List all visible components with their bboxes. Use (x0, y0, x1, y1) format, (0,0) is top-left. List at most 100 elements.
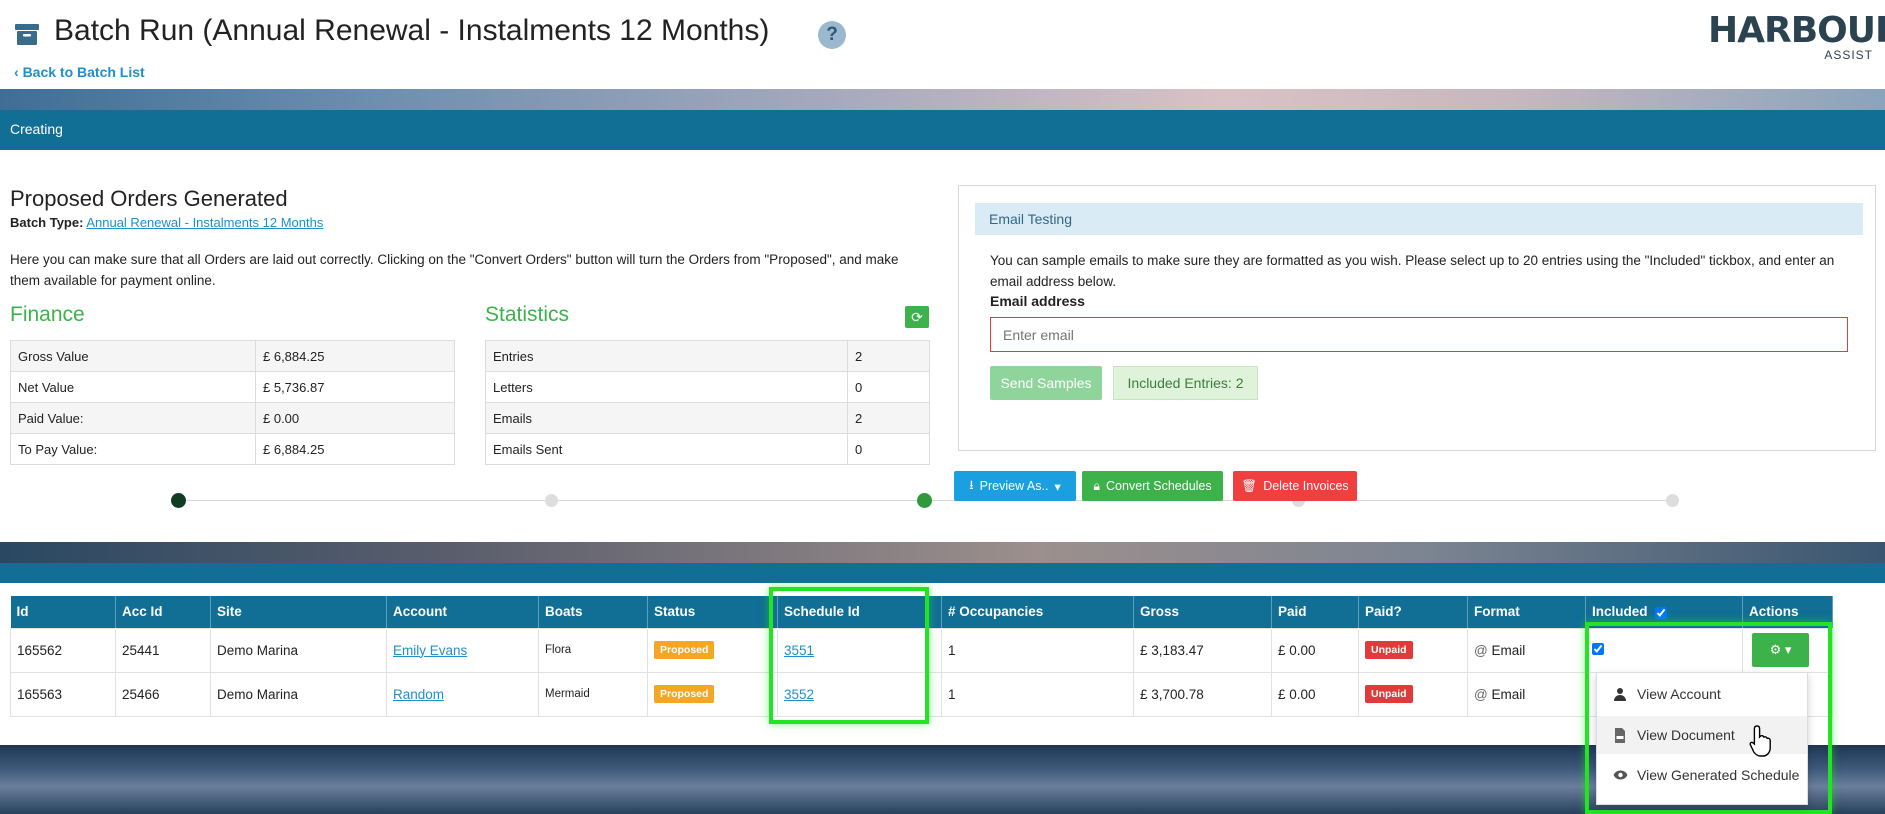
cell-occupancies: 1 (941, 627, 1134, 673)
column-header[interactable]: Id (10, 596, 116, 628)
cell-paid: £ 0.00 (1271, 627, 1359, 673)
finance-label: Net Value (10, 371, 256, 403)
column-header[interactable]: Paid (1271, 596, 1359, 628)
status-badge: Proposed (654, 641, 715, 659)
pdf-file-icon (1612, 716, 1628, 754)
delete-invoices-button[interactable]: 🗑︎ Delete Invoices (1233, 471, 1357, 501)
column-header[interactable]: Site (210, 596, 387, 628)
preview-as-button[interactable]: ⭳ Preview As.. ▾ (954, 471, 1076, 501)
caret-down-icon: ▾ (1054, 479, 1061, 494)
at-icon: @ (1474, 642, 1492, 658)
cell-acc-id: 25441 (115, 627, 211, 673)
cell-format: @ Email (1467, 627, 1586, 673)
chevron-left-icon: ‹ (14, 64, 23, 80)
email-testing-heading: Email Testing (975, 203, 1863, 235)
column-header[interactable]: Format (1467, 596, 1586, 628)
column-header[interactable]: Acc Id (115, 596, 211, 628)
step-dot (1666, 494, 1679, 507)
email-address-label: Email address (990, 293, 1085, 309)
column-header[interactable]: Gross (1133, 596, 1272, 628)
email-testing-text: You can sample emails to make sure they … (990, 253, 1835, 289)
include-all-checkbox[interactable] (1655, 606, 1668, 619)
user-icon (1612, 675, 1628, 713)
at-icon: @ (1474, 686, 1492, 702)
cell-site: Demo Marina (210, 627, 387, 673)
refresh-icon[interactable]: ⟳ (905, 306, 929, 328)
table-row: Net Value £ 5,736.87 (10, 371, 455, 403)
help-icon[interactable]: ? (818, 21, 846, 49)
step-dot-active (171, 493, 186, 508)
finance-heading: Finance (10, 303, 85, 326)
finance-value: £ 6,884.25 (255, 433, 455, 465)
cell-boats: Mermaid (538, 671, 648, 717)
account-link[interactable]: Random (393, 687, 444, 702)
eye-icon (1612, 756, 1628, 794)
stat-label: Emails (485, 402, 848, 434)
table-row: Emails Sent 0 (485, 433, 930, 465)
stat-label: Letters (485, 371, 848, 403)
intro-text: Here you can make sure that all Orders a… (10, 252, 899, 288)
header-background-image (0, 89, 1885, 111)
cell-occupancies: 1 (941, 671, 1134, 717)
cell-id: 165563 (10, 671, 116, 717)
finance-value: £ 5,736.87 (255, 371, 455, 403)
row-actions-button[interactable]: ⚙ ▾ (1752, 633, 1809, 667)
status-badge: Proposed (654, 685, 715, 703)
finance-label: Gross Value (10, 340, 256, 372)
page-title: Batch Run (Annual Renewal - Instalments … (54, 14, 770, 47)
column-header[interactable]: Boats (538, 596, 648, 628)
status-bar: Creating (0, 110, 1885, 150)
table-row: Emails 2 (485, 402, 930, 434)
cell-gross: £ 3,700.78 (1133, 671, 1272, 717)
table-row: Gross Value £ 6,884.25 (10, 340, 455, 372)
send-samples-button[interactable]: Send Samples (990, 366, 1102, 400)
gears-icon: ⚙ (1769, 642, 1782, 657)
menu-item-view-account[interactable]: View Account (1597, 675, 1807, 713)
cell-account: Random (386, 671, 539, 717)
stat-label: Entries (485, 340, 848, 372)
cell-site: Demo Marina (210, 671, 387, 717)
cell-account: Emily Evans (386, 627, 539, 673)
caret-down-icon: ▾ (1784, 642, 1792, 657)
cell-paid: £ 0.00 (1271, 671, 1359, 717)
column-header[interactable]: Paid? (1358, 596, 1468, 628)
batch-type-label: Batch Type: (10, 215, 84, 230)
finance-label: Paid Value: (10, 402, 256, 434)
table-top-bar (0, 563, 1885, 583)
table-row: Paid Value: £ 0.00 (10, 402, 455, 434)
cell-format: @ Email (1467, 671, 1586, 717)
statistics-table: Entries 2 Letters 0 Emails 2 Emails Sent 0 (485, 340, 930, 465)
batch-type: Batch Type: Annual Renewal - Instalments… (10, 215, 323, 230)
column-header[interactable]: Status (647, 596, 778, 628)
column-header[interactable]: Account (386, 596, 539, 628)
harbour-assist-logo: HARBOUR ASSIST (1708, 10, 1885, 62)
stat-value: 0 (847, 371, 930, 403)
finance-label: To Pay Value: (10, 433, 256, 465)
cell-acc-id: 25466 (115, 671, 211, 717)
lock-icon: 🔒︎ (1093, 478, 1101, 493)
menu-item-view-document[interactable]: View Document (1597, 716, 1807, 757)
cell-status: Proposed (647, 627, 778, 673)
card-title: Proposed Orders Generated (10, 186, 288, 211)
archive-icon (15, 24, 39, 45)
coast-background-image (0, 542, 1885, 564)
cell-boats: Flora (538, 627, 648, 673)
trash-icon: 🗑︎ (1241, 478, 1258, 493)
cell-paid-status: Unpaid (1358, 671, 1468, 717)
finance-value: £ 0.00 (255, 402, 455, 434)
actions-dropdown: View Account View Document View Generate… (1596, 672, 1808, 805)
menu-item-view-generated-schedule[interactable]: View Generated Schedule (1597, 756, 1807, 794)
email-input[interactable] (990, 317, 1848, 352)
column-header[interactable]: # Occupancies (941, 596, 1134, 628)
step-dot (545, 494, 558, 507)
batch-type-link[interactable]: Annual Renewal - Instalments 12 Months (86, 215, 323, 230)
stat-value: 0 (847, 433, 930, 465)
paid-badge: Unpaid (1365, 641, 1413, 659)
paid-badge: Unpaid (1365, 685, 1413, 703)
cell-status: Proposed (647, 671, 778, 717)
convert-schedules-button[interactable]: 🔒︎ Convert Schedules (1082, 471, 1223, 501)
logo-subtext: ASSIST (1824, 48, 1873, 62)
cell-gross: £ 3,183.47 (1133, 627, 1272, 673)
back-to-batch-list-link[interactable]: ‹ Back to Batch List (14, 64, 145, 80)
account-link[interactable]: Emily Evans (393, 643, 467, 658)
